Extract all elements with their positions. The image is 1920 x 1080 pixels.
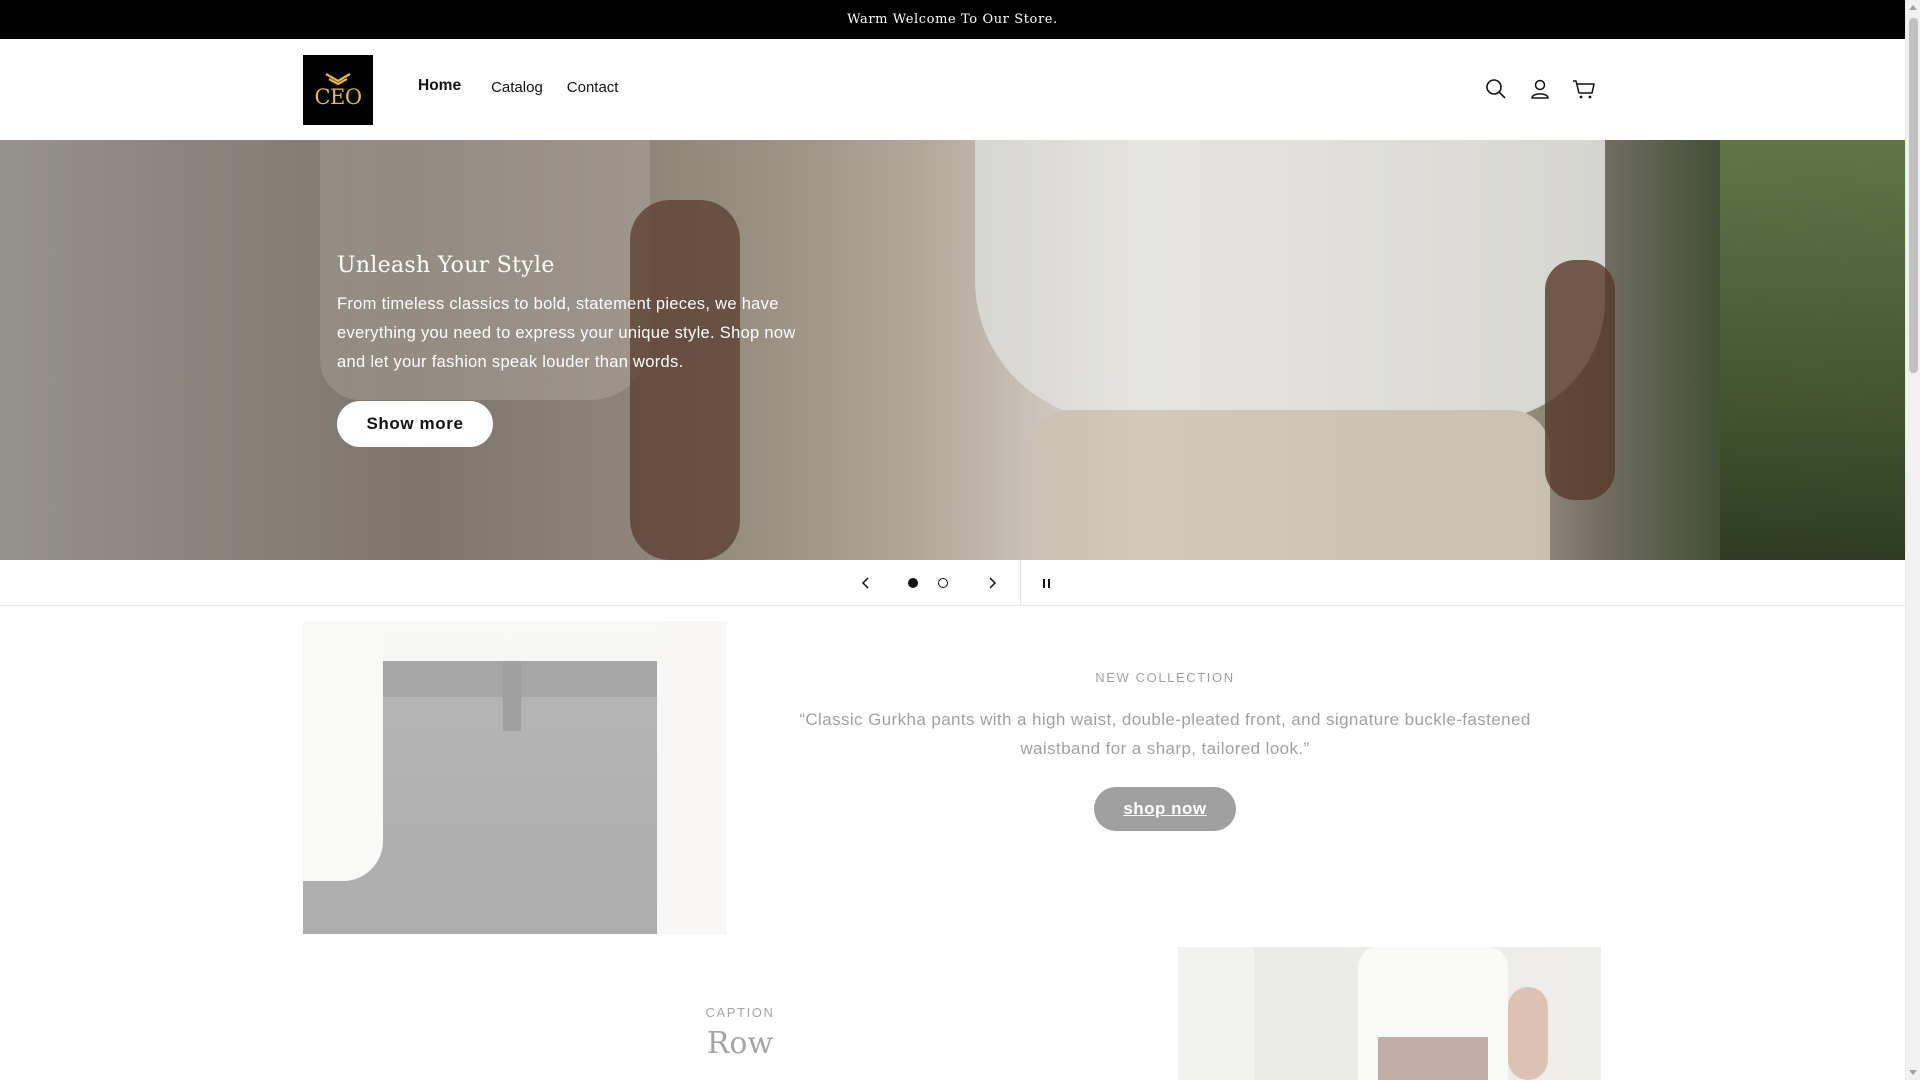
controls-divider xyxy=(1020,560,1021,606)
nav-home[interactable]: Home xyxy=(418,77,461,97)
slide-dot-2[interactable] xyxy=(938,578,948,588)
scroll-down-arrow[interactable] xyxy=(1909,1070,1917,1075)
shop-now-button[interactable]: shop now xyxy=(1094,787,1236,831)
account-icon[interactable] xyxy=(1528,77,1552,101)
logo-text: CEO xyxy=(314,85,362,109)
site-header: CEO Home Catalog Contact xyxy=(0,39,1905,140)
next-slide-button[interactable] xyxy=(982,573,1002,593)
image-sleeve-right xyxy=(657,621,727,934)
pause-icon-bar xyxy=(1047,578,1050,588)
store-logo[interactable]: CEO xyxy=(303,55,373,125)
slide-dot-1[interactable] xyxy=(908,578,918,588)
slideshow-controls xyxy=(0,560,1905,606)
row-image xyxy=(1178,947,1601,1080)
hero-banner: Unleash Your Style From timeless classic… xyxy=(0,140,1905,560)
main-nav: Home Catalog Contact xyxy=(418,77,618,97)
header-icons xyxy=(1484,77,1596,101)
scroll-up-arrow[interactable] xyxy=(1909,5,1917,10)
chevron-left-icon xyxy=(861,577,869,589)
row-text-block: CAPTION Row xyxy=(640,1005,840,1061)
scroll-thumb[interactable] xyxy=(1909,18,1918,373)
image-belt-loop xyxy=(503,661,521,731)
pause-icon-bar xyxy=(1042,578,1045,588)
image-sleeve-left xyxy=(303,621,383,881)
collection-image xyxy=(303,621,727,934)
chevron-right-icon xyxy=(989,577,997,589)
announcement-bar: Warm Welcome To Our Store. xyxy=(0,0,1905,39)
hero-title: Unleash Your Style xyxy=(337,253,555,278)
show-more-button[interactable]: Show more xyxy=(337,401,493,447)
row-title: Row xyxy=(706,1026,774,1061)
hero-overlay xyxy=(0,140,1905,560)
announcement-text: Warm Welcome To Our Store. xyxy=(847,12,1058,27)
row-caption: CAPTION xyxy=(705,1005,775,1020)
search-icon[interactable] xyxy=(1484,77,1508,101)
image-arm xyxy=(1508,987,1548,1080)
crown-icon xyxy=(325,73,351,86)
collection-description: “Classic Gurkha pants with a high waist,… xyxy=(799,710,1531,758)
nav-contact[interactable]: Contact xyxy=(567,77,619,97)
previous-slide-button[interactable] xyxy=(856,573,876,593)
collection-text-block: NEW COLLECTION “Classic Gurkha pants wit… xyxy=(760,670,1570,831)
page-scrollbar[interactable] xyxy=(1905,0,1920,1080)
hero-text: From timeless classics to bold, statemen… xyxy=(337,295,796,371)
pause-slideshow-button[interactable] xyxy=(1036,573,1056,593)
image-trousers xyxy=(1378,1037,1488,1080)
nav-catalog[interactable]: Catalog xyxy=(491,77,543,97)
hero-content: Unleash Your Style From timeless classic… xyxy=(337,253,817,447)
collection-eyebrow: NEW COLLECTION xyxy=(1095,670,1235,685)
cart-icon[interactable] xyxy=(1572,77,1596,101)
